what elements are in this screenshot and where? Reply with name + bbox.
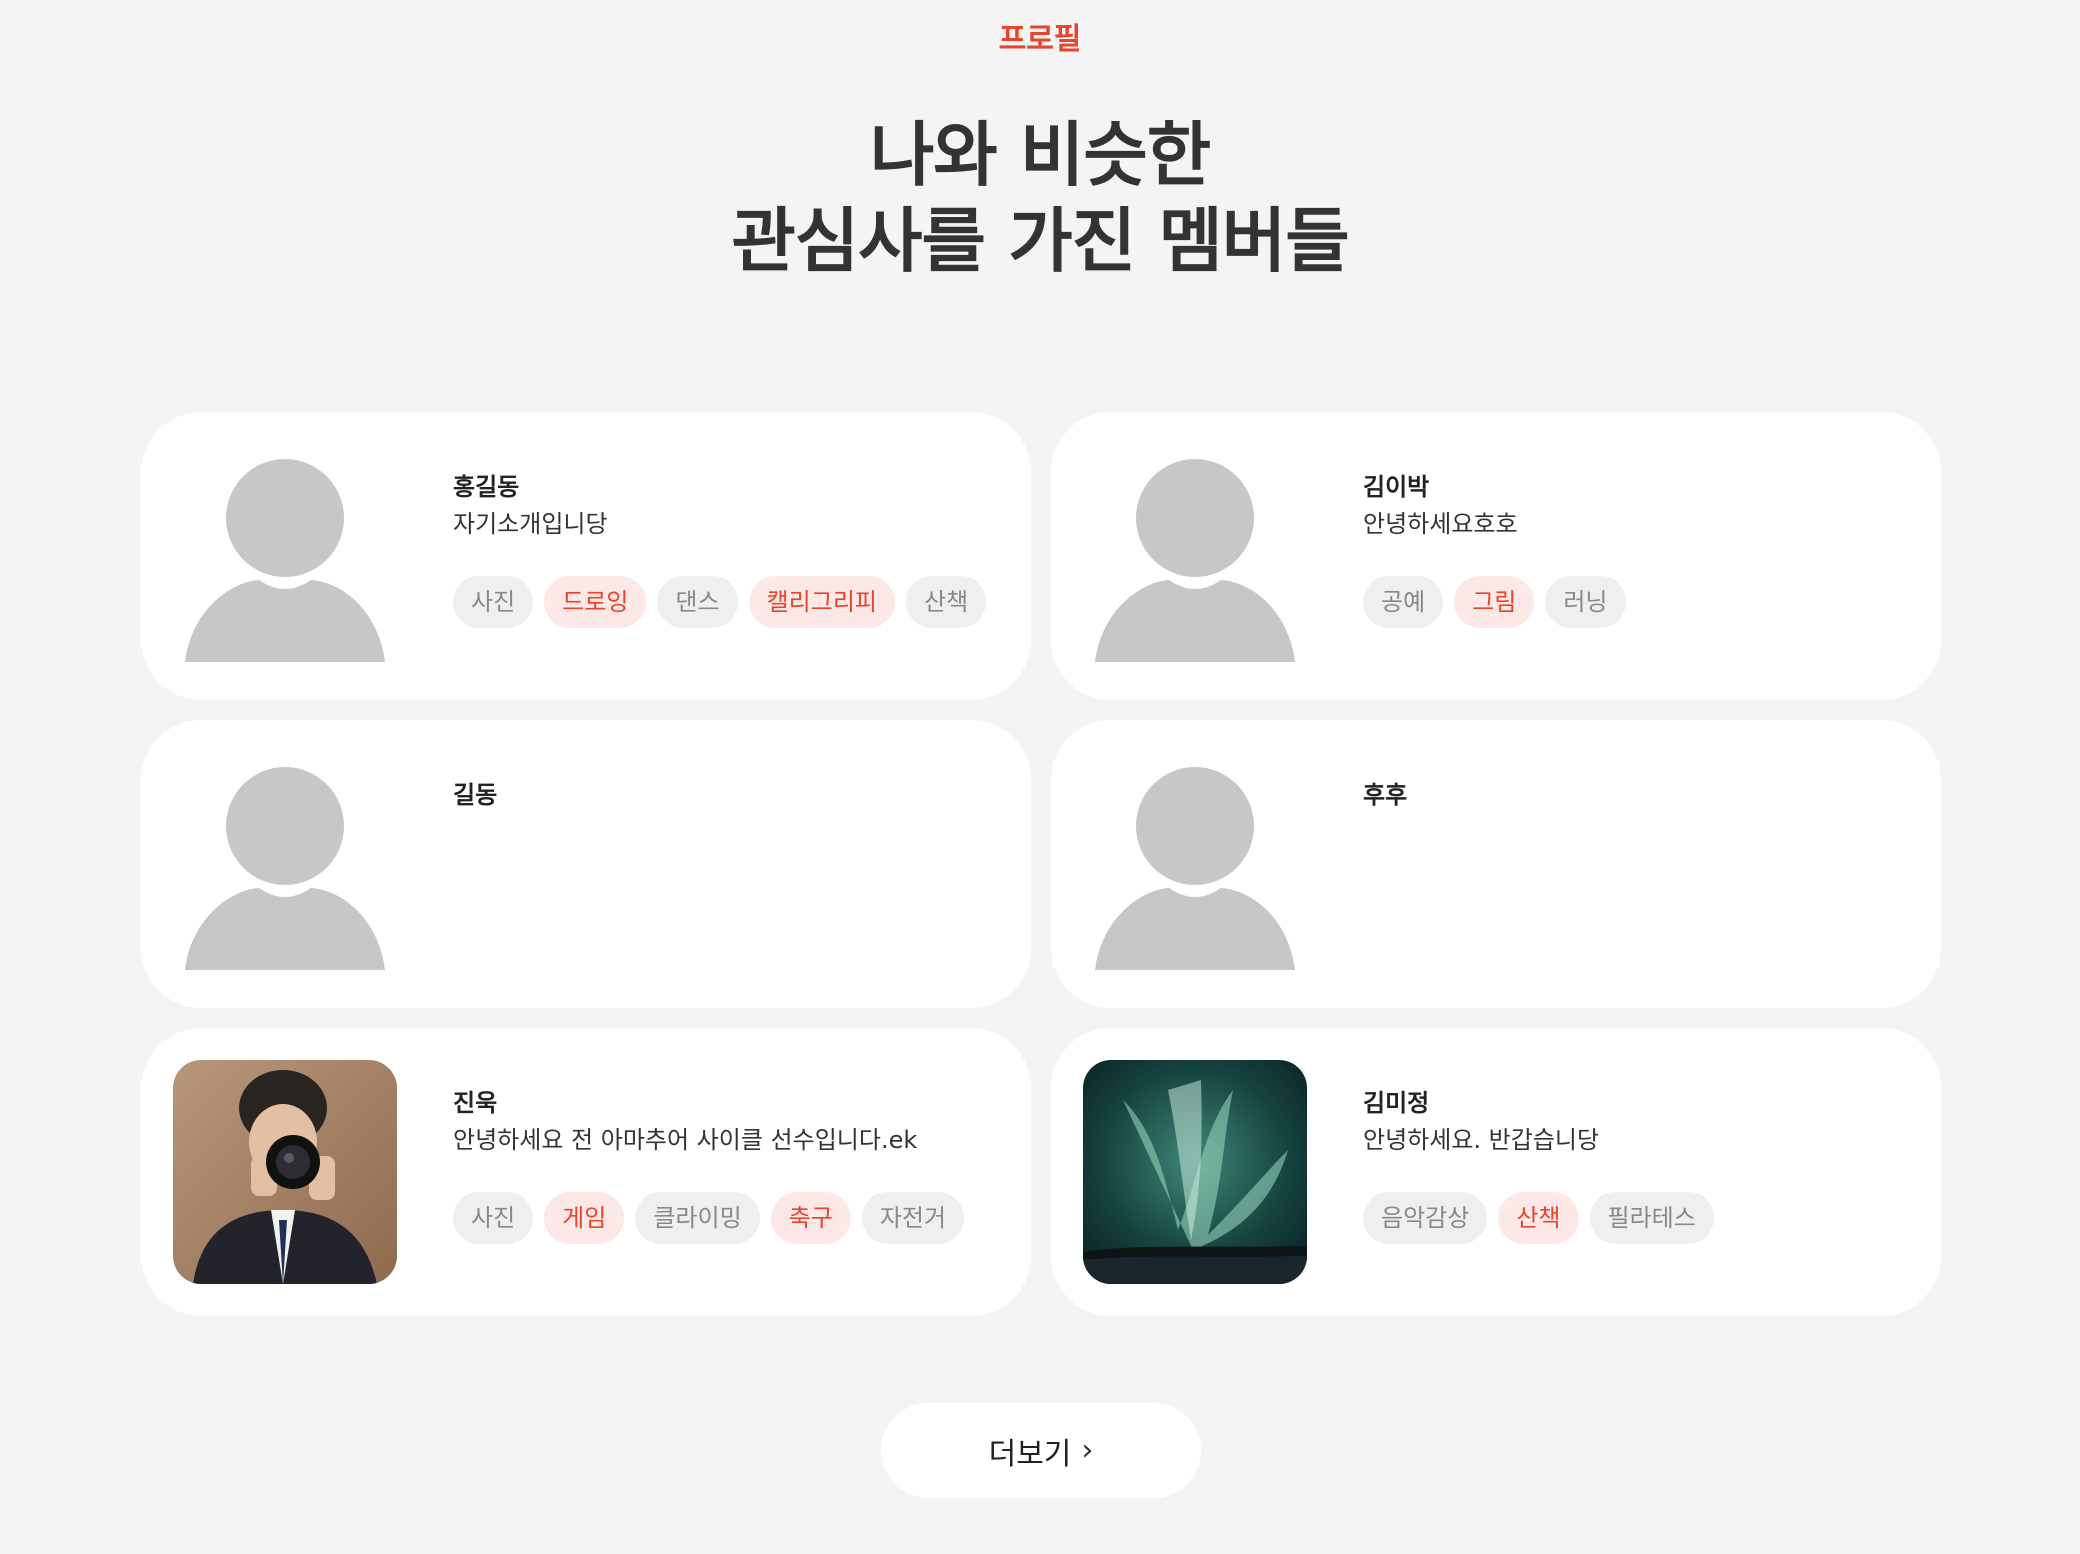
interest-tag-matched: 그림 [1454, 576, 1535, 628]
section-title-line-2: 관심사를 가진 멤버들 [731, 200, 1349, 282]
member-intro: 안녕하세요. 반갑습니당 [1363, 1126, 1600, 1154]
member-card[interactable]: 진욱안녕하세요 전 아마추어 사이클 선수입니다.ek 사진 게임 클라이밍 축구 자전거 [141, 1028, 1031, 1316]
interest-tag: 클라이밍 [635, 1192, 760, 1244]
section-title: 나와 비슷한 관심사를 가진 멤버들 [0, 112, 2080, 284]
member-info: 후후 [1363, 778, 1923, 812]
member-name: 후후 [1363, 781, 1408, 809]
member-intro: 자기소개입니당 [453, 510, 608, 538]
default-avatar-icon [1083, 752, 1307, 976]
section-title-line-1: 나와 비슷한 [869, 114, 1211, 196]
member-info: 홍길동자기소개입니당사진 드로잉 댄스 캘리그리피 산책 [453, 470, 1013, 628]
member-card[interactable]: 홍길동자기소개입니당사진 드로잉 댄스 캘리그리피 산책 [141, 412, 1031, 700]
interest-tag: 러닝 [1545, 576, 1626, 628]
member-photo [1083, 1060, 1307, 1284]
interest-tags: 사진 드로잉 댄스 캘리그리피 산책 [453, 576, 1013, 628]
member-info: 진욱안녕하세요 전 아마추어 사이클 선수입니다.ek 사진 게임 클라이밍 축구 자전거 [453, 1086, 1013, 1244]
member-info: 길동 [453, 778, 1013, 812]
interest-tag-matched: 드로잉 [544, 576, 647, 628]
member-intro: 안녕하세요호호 [1363, 510, 1518, 538]
default-avatar-icon [173, 444, 397, 668]
interest-tags: 공예 그림 러닝 [1363, 576, 1923, 628]
member-name: 진욱 [453, 1089, 498, 1117]
interest-tag: 댄스 [657, 576, 738, 628]
interest-tag-matched: 축구 [770, 1192, 851, 1244]
interest-tags: 음악감상 산책 필라테스 [1363, 1192, 1923, 1244]
default-avatar-icon [1083, 444, 1307, 668]
interest-tag: 음악감상 [1363, 1192, 1488, 1244]
interest-tag: 사진 [453, 1192, 534, 1244]
member-name: 김이박 [1363, 473, 1430, 501]
interest-tag: 자전거 [861, 1192, 965, 1244]
interest-tags: 사진 게임 클라이밍 축구 자전거 [453, 1192, 1013, 1244]
member-info: 김미정안녕하세요. 반갑습니당음악감상 산책 필라테스 [1363, 1086, 1923, 1244]
member-card[interactable]: 김이박안녕하세요호호공예 그림 러닝 [1051, 412, 1941, 700]
interest-tag: 산책 [906, 576, 987, 628]
member-card[interactable]: 김미정안녕하세요. 반갑습니당음악감상 산책 필라테스 [1051, 1028, 1941, 1316]
section-eyebrow: 프로필 [998, 22, 1082, 57]
member-photo [173, 1060, 397, 1284]
interest-tag: 필라테스 [1589, 1192, 1714, 1244]
default-avatar-icon [173, 752, 397, 976]
interest-tag-matched: 캘리그리피 [748, 576, 895, 628]
chevron-right-icon: › [1081, 1433, 1094, 1468]
member-card[interactable]: 후후 [1051, 720, 1941, 1008]
member-intro: 안녕하세요 전 아마추어 사이클 선수입니다.ek [453, 1126, 918, 1154]
more-button[interactable]: 더보기 › [881, 1403, 1201, 1498]
interest-tag: 사진 [453, 576, 534, 628]
interest-tag: 공예 [1363, 576, 1444, 628]
member-card[interactable]: 길동 [141, 720, 1031, 1008]
member-name: 김미정 [1363, 1089, 1430, 1117]
member-name: 홍길동 [453, 473, 520, 501]
more-button-label: 더보기 [988, 1436, 1072, 1472]
member-name: 길동 [453, 781, 498, 809]
interest-tag-matched: 게임 [544, 1192, 625, 1244]
interest-tag-matched: 산책 [1498, 1192, 1579, 1244]
member-info: 김이박안녕하세요호호공예 그림 러닝 [1363, 470, 1923, 628]
